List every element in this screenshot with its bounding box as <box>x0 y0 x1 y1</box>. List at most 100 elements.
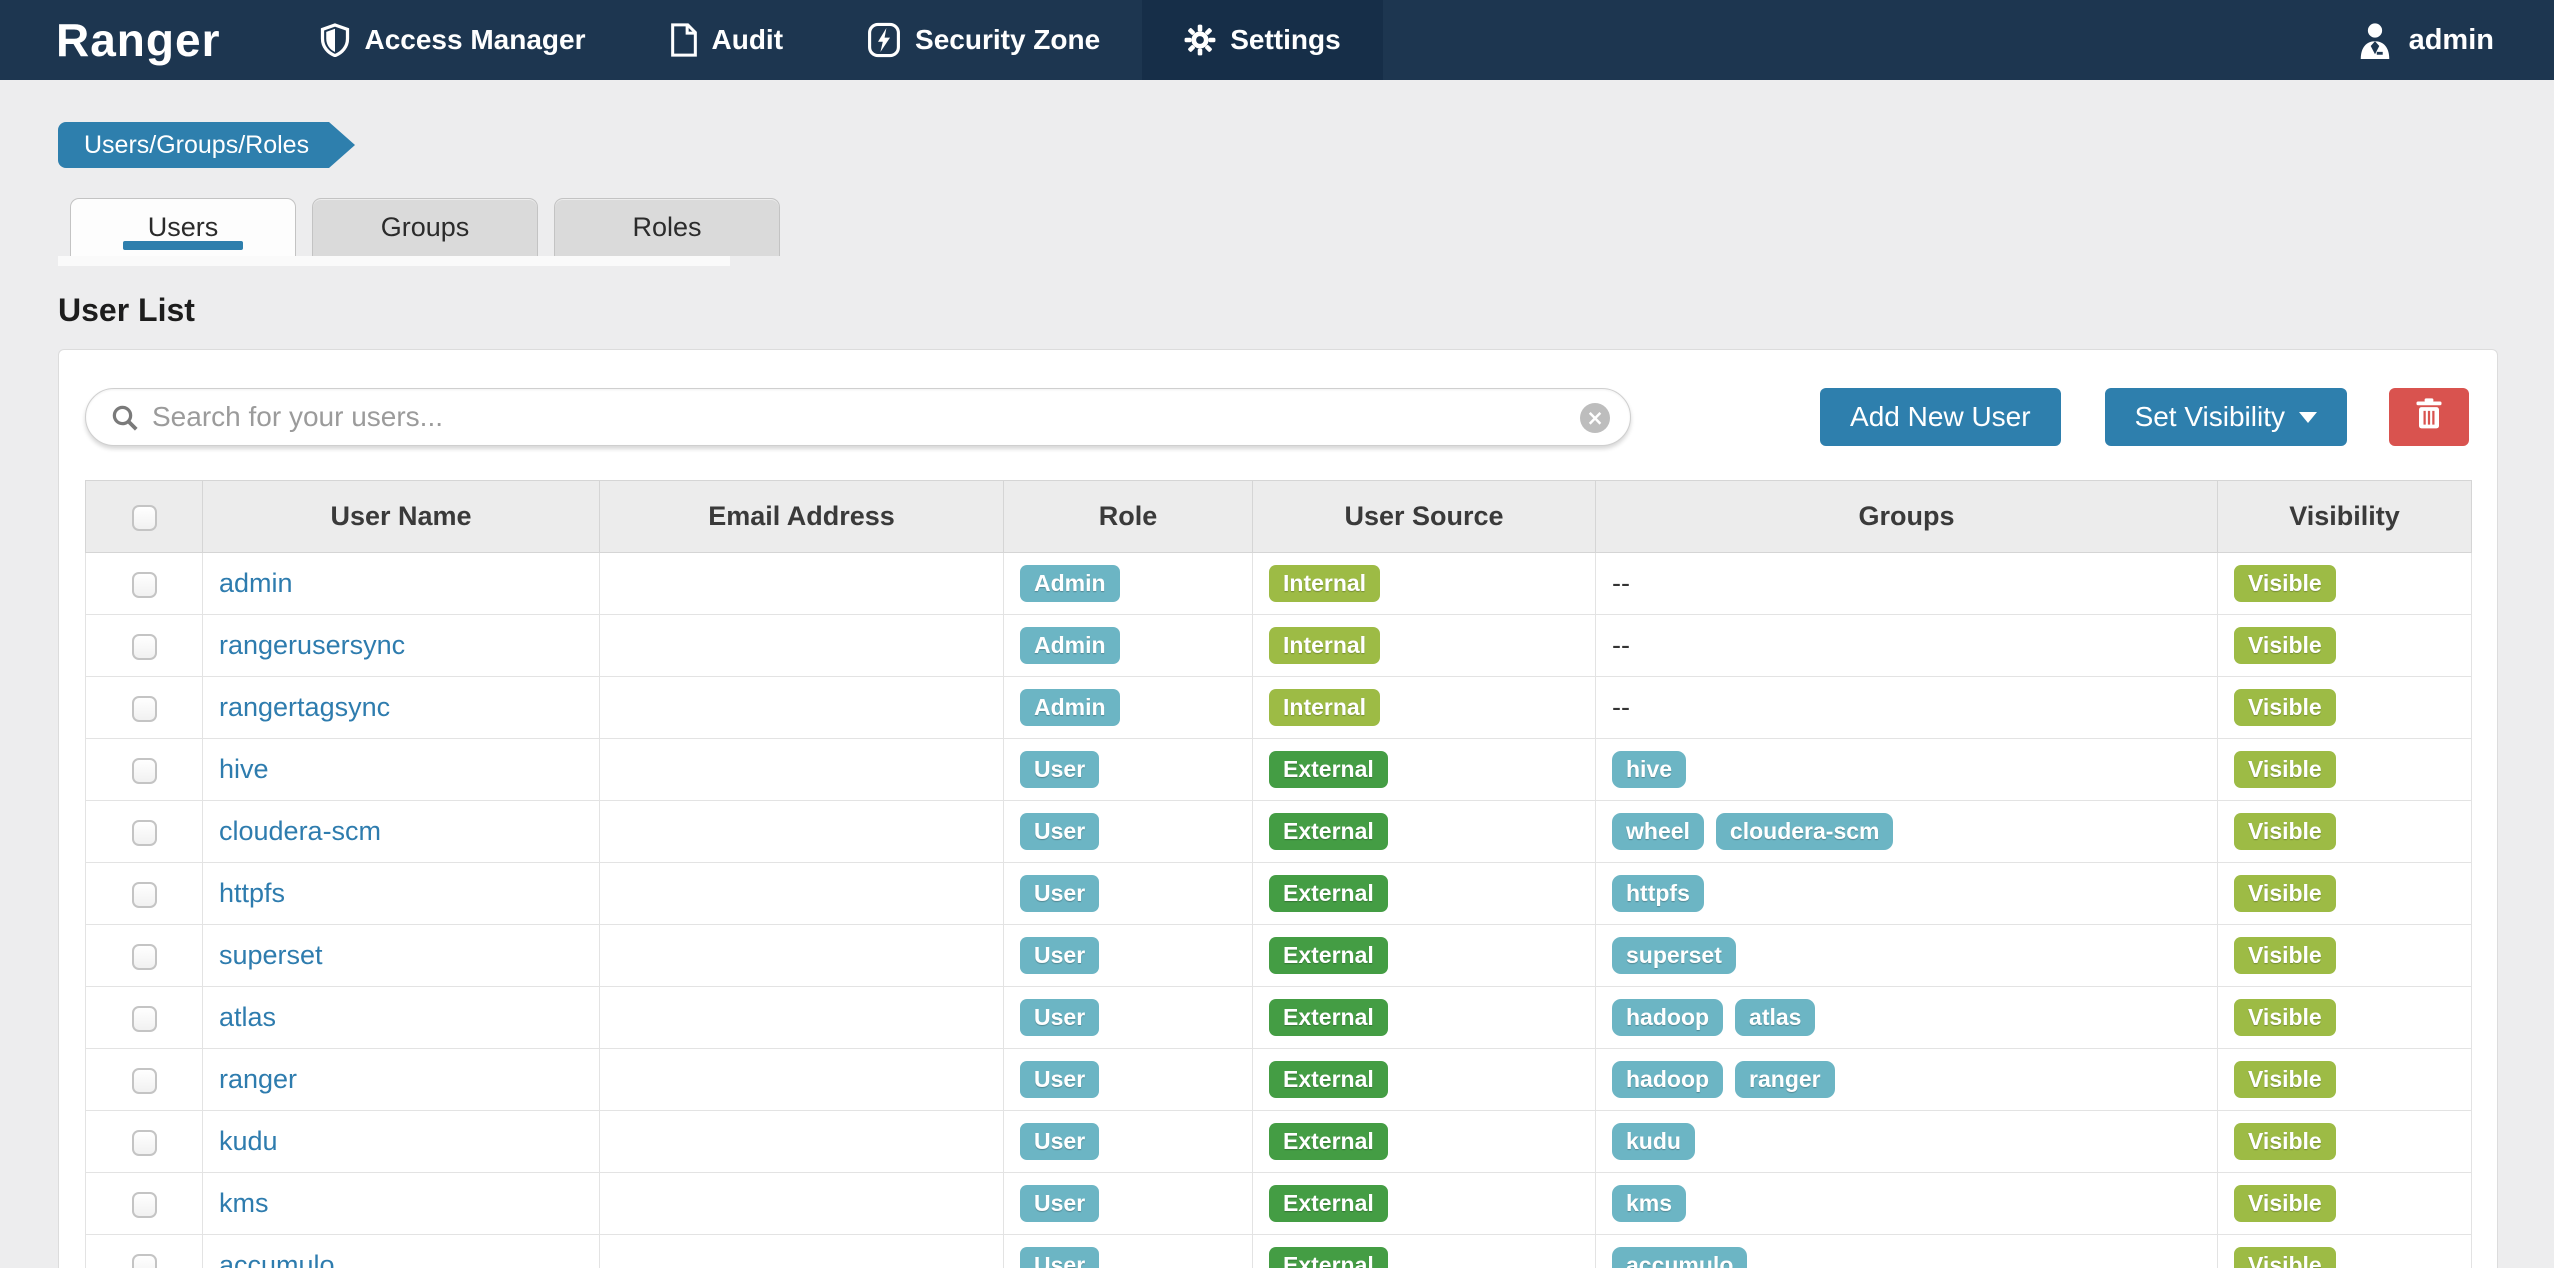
col-header-user-name: User Name <box>203 481 600 553</box>
no-groups-dash: -- <box>1612 692 1630 722</box>
set-visibility-label: Set Visibility <box>2135 401 2285 433</box>
no-groups-dash: -- <box>1612 568 1630 598</box>
select-all-checkbox[interactable] <box>132 505 157 531</box>
user-table-body: admin Admin Internal -- Visible rangerus… <box>86 553 2472 1268</box>
group-chip[interactable]: accumulo <box>1612 1247 1747 1268</box>
user-source-badge: External <box>1269 813 1388 850</box>
group-chip[interactable]: hive <box>1612 751 1686 788</box>
user-list-panel: × Add New User Set Visibility User Name … <box>58 349 2498 1268</box>
user-name-link[interactable]: kms <box>219 1188 269 1218</box>
group-chip[interactable]: kms <box>1612 1185 1686 1222</box>
ranger-logo[interactable]: Ranger <box>0 0 278 80</box>
nav-item-security-zone[interactable]: Security Zone <box>825 0 1142 80</box>
group-chip[interactable]: cloudera-scm <box>1716 813 1894 850</box>
role-badge: User <box>1020 813 1099 850</box>
nav-item-settings[interactable]: Settings <box>1142 0 1382 80</box>
user-name-link[interactable]: rangertagsync <box>219 692 390 722</box>
shield-icon <box>320 23 350 57</box>
group-chip[interactable]: superset <box>1612 937 1736 974</box>
table-row: accumulo User External accumulo Visible <box>86 1235 2472 1268</box>
col-header-groups: Groups <box>1596 481 2218 553</box>
tab-roles[interactable]: Roles <box>554 198 780 256</box>
user-name-link[interactable]: httpfs <box>219 878 285 908</box>
user-source-badge: Internal <box>1269 565 1380 602</box>
visibility-badge: Visible <box>2234 1185 2336 1222</box>
search-clear-icon[interactable]: × <box>1580 403 1610 433</box>
user-name-link[interactable]: superset <box>219 940 323 970</box>
group-chip[interactable]: ranger <box>1735 1061 1835 1098</box>
row-checkbox[interactable] <box>132 1130 157 1156</box>
row-checkbox[interactable] <box>132 882 157 908</box>
groups-cell: -- <box>1596 553 2218 615</box>
row-checkbox[interactable] <box>132 758 157 784</box>
breadcrumb[interactable]: Users/Groups/Roles <box>58 122 329 168</box>
add-new-user-button[interactable]: Add New User <box>1820 388 2061 446</box>
chevron-down-icon <box>2299 412 2317 423</box>
tab-users[interactable]: Users <box>70 198 296 256</box>
role-badge: User <box>1020 999 1099 1036</box>
group-chip[interactable]: wheel <box>1612 813 1704 850</box>
group-chip[interactable]: hadoop <box>1612 1061 1723 1098</box>
row-checkbox[interactable] <box>132 696 157 722</box>
row-checkbox[interactable] <box>132 1192 157 1218</box>
user-name-link[interactable]: accumulo <box>219 1250 335 1268</box>
col-header-visibility: Visibility <box>2218 481 2472 553</box>
row-checkbox[interactable] <box>132 944 157 970</box>
search-box[interactable]: × <box>85 388 1631 446</box>
no-groups-dash: -- <box>1612 630 1630 660</box>
visibility-badge: Visible <box>2234 999 2336 1036</box>
search-input[interactable] <box>152 401 1566 433</box>
user-source-badge: External <box>1269 875 1388 912</box>
user-name-link[interactable]: admin <box>219 568 293 598</box>
row-checkbox[interactable] <box>132 572 157 598</box>
table-row: rangerusersync Admin Internal -- Visible <box>86 615 2472 677</box>
table-row: superset User External superset Visible <box>86 925 2472 987</box>
table-row: hive User External hive Visible <box>86 739 2472 801</box>
user-name-link[interactable]: kudu <box>219 1126 278 1156</box>
user-name-link[interactable]: ranger <box>219 1064 297 1094</box>
nav-menu: Access Manager Audit Security Zone <box>278 0 1382 80</box>
group-chip[interactable]: atlas <box>1735 999 1815 1036</box>
nav-item-access-manager[interactable]: Access Manager <box>278 0 627 80</box>
user-menu[interactable]: admin <box>2357 0 2554 80</box>
gear-icon <box>1184 24 1216 56</box>
groups-cell: hadoop ranger <box>1596 1049 2218 1111</box>
visibility-badge: Visible <box>2234 627 2336 664</box>
row-checkbox[interactable] <box>132 1068 157 1094</box>
row-checkbox[interactable] <box>132 1006 157 1032</box>
set-visibility-dropdown[interactable]: Set Visibility <box>2105 388 2347 446</box>
group-chip[interactable]: httpfs <box>1612 875 1704 912</box>
group-chip[interactable]: kudu <box>1612 1123 1695 1160</box>
row-checkbox[interactable] <box>132 1254 157 1268</box>
table-header-row: User Name Email Address Role User Source… <box>86 481 2472 553</box>
user-name-link[interactable]: hive <box>219 754 269 784</box>
row-checkbox[interactable] <box>132 634 157 660</box>
user-table: User Name Email Address Role User Source… <box>85 480 2472 1268</box>
email-cell <box>600 677 1004 739</box>
entity-tabs: Users Groups Roles <box>70 198 2554 256</box>
role-badge: User <box>1020 1247 1099 1268</box>
email-cell <box>600 615 1004 677</box>
user-name-link[interactable]: rangerusersync <box>219 630 405 660</box>
role-badge: User <box>1020 751 1099 788</box>
user-name-link[interactable]: cloudera-scm <box>219 816 381 846</box>
user-icon <box>2357 21 2393 59</box>
visibility-badge: Visible <box>2234 1061 2336 1098</box>
visibility-badge: Visible <box>2234 937 2336 974</box>
groups-cell: accumulo <box>1596 1235 2218 1268</box>
group-chip[interactable]: hadoop <box>1612 999 1723 1036</box>
email-cell <box>600 801 1004 863</box>
groups-cell: hive <box>1596 739 2218 801</box>
tab-groups[interactable]: Groups <box>312 198 538 256</box>
user-name-link[interactable]: atlas <box>219 1002 276 1032</box>
user-source-badge: External <box>1269 999 1388 1036</box>
email-cell <box>600 1235 1004 1268</box>
user-menu-label: admin <box>2409 24 2494 57</box>
nav-item-audit[interactable]: Audit <box>628 0 826 80</box>
row-checkbox[interactable] <box>132 820 157 846</box>
table-row: httpfs User External httpfs Visible <box>86 863 2472 925</box>
user-source-badge: External <box>1269 1061 1388 1098</box>
groups-cell: kudu <box>1596 1111 2218 1173</box>
delete-users-button[interactable] <box>2389 388 2469 446</box>
table-row: kms User External kms Visible <box>86 1173 2472 1235</box>
